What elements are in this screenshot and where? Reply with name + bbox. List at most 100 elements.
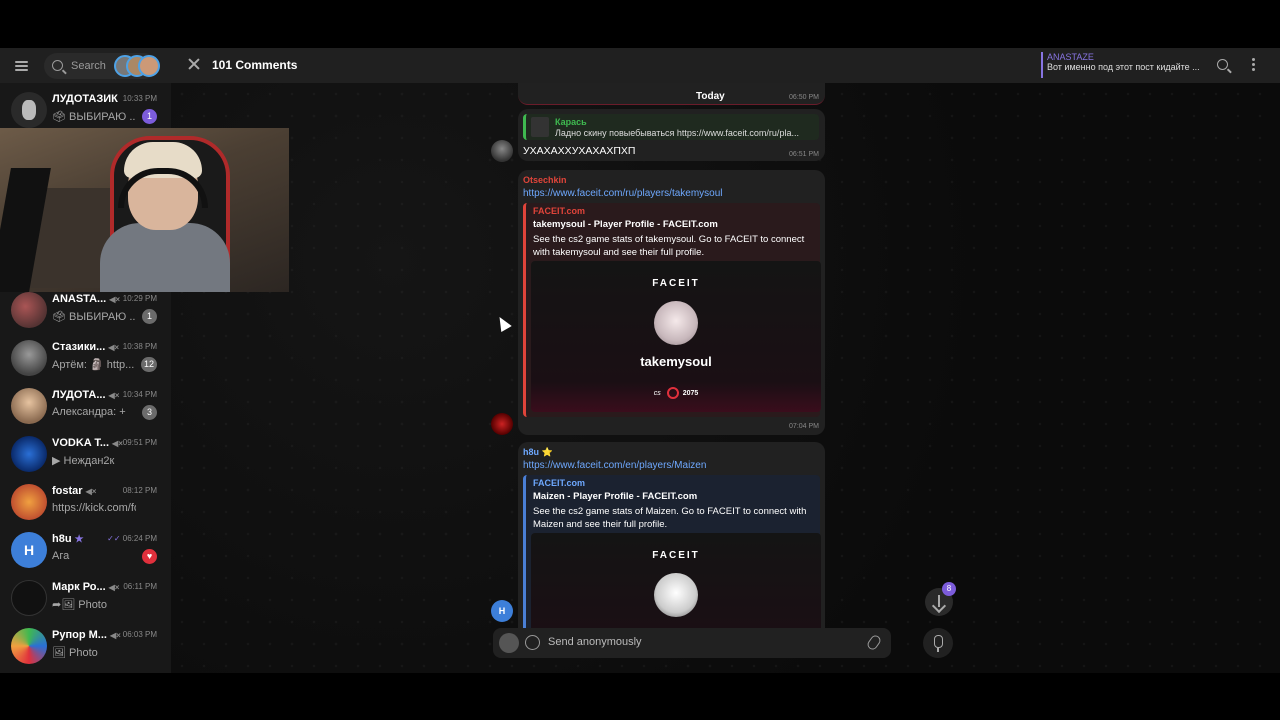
pinned-author: ANASTAZE: [1047, 52, 1094, 62]
chat-time: ✓✓ 06:24 PM: [107, 534, 157, 543]
close-icon[interactable]: [187, 57, 201, 71]
unread-badge: 12: [140, 357, 157, 372]
faceit-logo: FACEIT: [652, 278, 700, 289]
preview-site: FACEIT.com: [533, 478, 586, 488]
chat-list-item[interactable]: ЛУДОТАЗИК 10:33 PM 🗳 ВЫБИРАЮ ... 1: [0, 86, 171, 134]
avatar: [11, 436, 47, 472]
pinned-text: Вот именно под этот пост кидайте ...: [1047, 62, 1200, 72]
send-as-avatar[interactable]: [499, 633, 519, 653]
chat-preview: ▶ Неждан2к: [52, 455, 115, 467]
reply-author: Карась: [555, 117, 587, 127]
search-icon: [52, 60, 63, 71]
chat-time: 08:12 PM: [122, 486, 157, 495]
chat-time: 10:33 PM: [122, 94, 157, 103]
reply-thumbnail: [531, 117, 549, 137]
search-placeholder: Search: [71, 59, 106, 72]
date-separator: Today: [696, 91, 725, 102]
message-bubble: 06:50 PM: [518, 83, 825, 105]
pinned-message[interactable]: ANASTAZE Вот именно под этот пост кидайт…: [1041, 52, 1211, 78]
avatar: H: [491, 600, 513, 622]
emoji-icon[interactable]: [525, 635, 540, 650]
chat-name: Рупор М... ◀×: [52, 629, 121, 641]
chat-list-item[interactable]: H h8u ★ ✓✓ 06:24 PM Ага ♥: [0, 526, 171, 574]
chat-list-item[interactable]: Рупор М... ◀× 06:03 PM 🖼 Photo: [0, 622, 171, 670]
chat-name: fostar ◀×: [52, 485, 97, 497]
message-link[interactable]: https://www.faceit.com/ru/players/takemy…: [523, 188, 723, 199]
hamburger-menu-icon[interactable]: [12, 59, 32, 73]
avatar: [491, 413, 513, 435]
faceit-logo: FACEIT: [652, 550, 700, 561]
profile-name: takemysoul: [640, 354, 712, 369]
avatar: [11, 580, 47, 616]
avatar: [11, 92, 47, 128]
elo-ring-icon: [666, 387, 679, 399]
link-preview[interactable]: FACEIT.com Maizen - Player Profile - FAC…: [523, 475, 821, 653]
link-preview[interactable]: FACEIT.com takemysoul - Player Profile -…: [523, 203, 821, 417]
chat-time: 09:51 PM: [122, 438, 157, 447]
page-title: 101 Comments: [212, 58, 298, 72]
muted-icon: ◀×: [112, 439, 123, 448]
avatar: H: [11, 532, 47, 568]
chat-preview: 🗳 ВЫБИРАЮ ...: [52, 111, 136, 123]
message-bubble: h8u ⭐ https://www.faceit.com/en/players/…: [518, 442, 825, 653]
app-window: Search ЛУДОТАЗИК 10:33 PM 🗳 ВЫБИРАЮ ... …: [0, 48, 1280, 673]
microphone-button[interactable]: [923, 628, 953, 658]
message-link[interactable]: https://www.faceit.com/en/players/Maizen: [523, 460, 706, 471]
attach-icon[interactable]: [865, 633, 883, 652]
muted-icon: ◀×: [108, 343, 120, 352]
chat-time: 06:03 PM: [122, 630, 157, 639]
webcam-overlay: [0, 128, 289, 292]
message-composer[interactable]: Send anonymously: [493, 628, 891, 658]
chat-preview: Александра: +: [52, 406, 126, 418]
avatar: [11, 628, 47, 664]
chat-preview: Артём: 🗿 http...: [52, 359, 135, 371]
preview-title: takemysoul - Player Profile - FACEIT.com: [533, 219, 718, 230]
chat-preview: ➦🖼 Photo: [52, 599, 107, 611]
chat-list-item[interactable]: Марк Ро... ◀× 06:11 PM ➦🖼 Photo: [0, 574, 171, 622]
profile-avatar: [654, 301, 698, 345]
star-icon: ★: [74, 534, 84, 545]
muted-icon: ◀×: [108, 583, 120, 592]
chat-area: 06:50 PM Today Карась Ладно скину повыеб…: [171, 83, 1280, 673]
reply-quote[interactable]: Карась Ладно скину повыебываться https:/…: [523, 114, 819, 140]
avatar: [11, 388, 47, 424]
chat-time: 10:38 PM: [122, 342, 157, 351]
preview-title: Maizen - Player Profile - FACEIT.com: [533, 491, 698, 502]
message-author: Otsechkin: [523, 175, 567, 185]
search-icon[interactable]: [1217, 59, 1228, 70]
preview-site: FACEIT.com: [533, 206, 586, 216]
search-input[interactable]: Search: [44, 52, 160, 79]
avatar: [11, 340, 47, 376]
read-check-icon: ✓✓: [107, 534, 123, 543]
muted-icon: ◀×: [109, 631, 121, 640]
avatar: [11, 484, 47, 520]
message-time: 07:04 PM: [789, 423, 819, 430]
chat-list-item[interactable]: ANASTA... ◀× 10:29 PM 🗳 ВЫБИРАЮ ... 1: [0, 286, 171, 334]
chat-list-item[interactable]: ЛУДОТА... ◀× 10:34 PM Александра: + 3: [0, 382, 171, 430]
unread-badge: 1: [142, 109, 157, 124]
chat-name: ANASTA... ◀×: [52, 293, 121, 305]
message-time: 06:50 PM: [789, 94, 819, 101]
sidebar-top-bar: Search: [0, 48, 171, 83]
chat-name: Марк Ро... ◀×: [52, 581, 120, 593]
reaction-badge: ♥: [142, 549, 157, 564]
story-avatar[interactable]: [138, 54, 160, 77]
unread-count-badge: 8: [942, 582, 956, 596]
chat-name: ЛУДОТАЗИК: [52, 93, 118, 105]
muted-icon: ◀×: [109, 295, 121, 304]
reply-text: Ладно скину повыебываться https://www.fa…: [555, 128, 799, 138]
chat-time: 10:29 PM: [122, 294, 157, 303]
chat-list-item[interactable]: fostar◀× 08:12 PM https://kick.com/fo...: [0, 478, 171, 526]
profile-elo: cs 2075: [531, 387, 821, 399]
chat-name: VODKA T... ◀×: [52, 437, 123, 449]
more-options-icon[interactable]: [1252, 58, 1255, 71]
preview-description: See the cs2 game stats of takemysoul. Go…: [533, 234, 805, 258]
message-bubble: Otsechkin https://www.faceit.com/ru/play…: [518, 170, 825, 435]
chat-time: 10:34 PM: [122, 390, 157, 399]
composer-placeholder: Send anonymously: [548, 636, 642, 648]
message-text: УХАХАХХУХАХАХПХП: [523, 145, 636, 157]
chat-preview: https://kick.com/fo...: [52, 502, 136, 514]
chat-list-item[interactable]: VODKA T... ◀× 09:51 PM ▶ Неждан2к: [0, 430, 171, 478]
chat-list-item[interactable]: Стазики... ◀× 10:38 PM Артём: 🗿 http... 1…: [0, 334, 171, 382]
chat-preview: Ага: [52, 550, 70, 562]
